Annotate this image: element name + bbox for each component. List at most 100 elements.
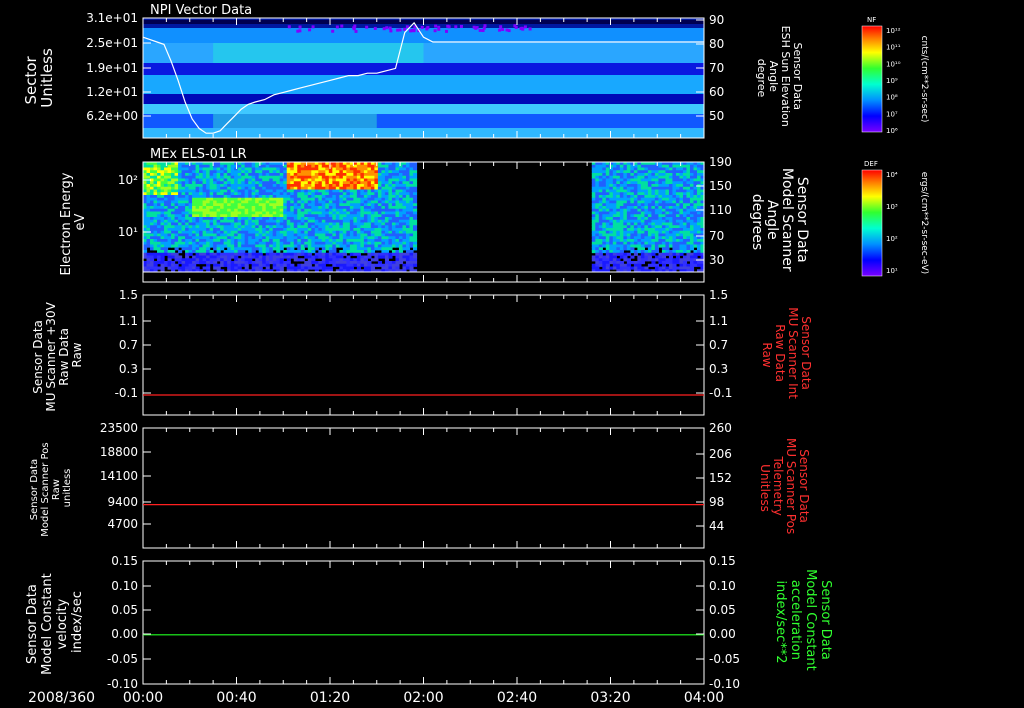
spectrogram-cell [595, 168, 599, 171]
spectrogram-cell [409, 187, 413, 190]
spectrogram-cell [592, 223, 596, 226]
spectrogram-cell [210, 256, 214, 259]
spectrogram-cell [203, 179, 207, 182]
spectrogram-cell [217, 234, 221, 237]
spectrogram-cell [592, 217, 596, 220]
spectrogram-cell [301, 225, 305, 228]
spectrogram-cell [322, 261, 326, 264]
spectrogram-cell [686, 170, 690, 173]
spectrogram-cell [224, 264, 228, 267]
panel-3-ylabel-line-4: Raw [70, 342, 84, 367]
spectrogram-cell [367, 206, 371, 209]
y-tick-label: -0.10 [107, 677, 138, 691]
spectrogram-cell [402, 220, 406, 223]
spectrogram-cell [697, 173, 701, 176]
spectrogram-cell [599, 179, 603, 182]
spectrogram-cell [259, 184, 263, 187]
spectrogram-cell [297, 242, 301, 245]
spectrogram-cell [613, 236, 617, 239]
spectrogram-cell [378, 173, 382, 176]
spectrogram-cell [178, 170, 182, 173]
spectrogram-cell [206, 170, 210, 173]
spectrogram-cell [220, 170, 224, 173]
spectrogram-cell [185, 220, 189, 223]
spectrogram-cell [595, 247, 599, 250]
spectrogram-cell [339, 223, 343, 226]
spectrogram-cell [311, 179, 315, 182]
spectrogram-cell [311, 214, 315, 217]
spectrogram-cell [329, 176, 333, 179]
spectrogram-cell [315, 220, 319, 223]
spectrogram-cell [164, 168, 168, 171]
spectrogram-cell [350, 242, 354, 245]
spectrogram-cell [252, 192, 256, 195]
spectrogram-cell [241, 214, 245, 217]
spectrogram-cell [648, 247, 652, 250]
spectrogram-cell [350, 181, 354, 184]
spectrogram-cell [655, 179, 659, 182]
spectrogram-cell [287, 179, 291, 182]
spectrogram-cell [672, 209, 676, 212]
spectrogram-cell [164, 225, 168, 228]
spectrogram-cell [325, 247, 329, 250]
spectrogram-cell [224, 170, 228, 173]
spectrogram-cell [686, 239, 690, 242]
spectrogram-cell [227, 201, 231, 204]
spectrogram-cell [413, 234, 417, 237]
spectrogram-cell [210, 220, 214, 223]
spectrogram-cell [599, 173, 603, 176]
spectrogram-cell [683, 206, 687, 209]
spectrogram-cell [178, 179, 182, 182]
spectrogram-cell [147, 267, 151, 270]
spectrogram-cell [343, 190, 347, 193]
spectrogram-cell [224, 258, 228, 261]
spectrogram-cell [294, 212, 298, 215]
spectrogram-cell [231, 217, 235, 220]
spectrogram-cell [634, 190, 638, 193]
spectrogram-cell [154, 264, 158, 267]
spectrogram-cell [665, 228, 669, 231]
spectrogram-cell [662, 201, 666, 204]
spectrogram-cell [168, 179, 172, 182]
spectrogram-cell [693, 176, 697, 179]
spectrogram-cell [287, 220, 291, 223]
colorbar-tick-label: 10¹² [886, 27, 901, 35]
spectrogram-cell [609, 184, 613, 187]
spectrogram-cell [371, 253, 375, 256]
spectrogram-cell [245, 231, 249, 234]
spectrogram-cell [192, 192, 196, 195]
spectrogram-cell [206, 245, 210, 248]
spectrogram-cell [217, 231, 221, 234]
spectrogram-cell [367, 168, 371, 171]
spectrogram-cell [599, 201, 603, 204]
spectrogram-cell [147, 236, 151, 239]
spectrogram-cell [220, 201, 224, 204]
spectrogram-cell [413, 242, 417, 245]
spectrogram-cell [252, 203, 256, 206]
heatmap-speckle [308, 28, 311, 31]
spectrogram-cell [665, 258, 669, 261]
spectrogram-cell [371, 170, 375, 173]
spectrogram-cell [206, 190, 210, 193]
spectrogram-cell [241, 209, 245, 212]
spectrogram-cell [616, 195, 620, 198]
spectrogram-cell [325, 203, 329, 206]
spectrogram-cell [224, 165, 228, 168]
spectrogram-cell [255, 209, 259, 212]
spectrogram-cell [276, 220, 280, 223]
spectrogram-cell [238, 267, 242, 270]
spectrogram-cell [599, 168, 603, 171]
spectrogram-cell [255, 247, 259, 250]
spectrogram-cell [206, 173, 210, 176]
spectrogram-cell [332, 198, 336, 201]
spectrogram-cell [161, 179, 165, 182]
spectrogram-cell [329, 247, 333, 250]
spectrogram-cell [311, 245, 315, 248]
spectrogram-cell [679, 203, 683, 206]
spectrogram-cell [606, 170, 610, 173]
spectrogram-cell [171, 225, 175, 228]
spectrogram-cell [644, 228, 648, 231]
spectrogram-cell [322, 184, 326, 187]
heatmap-speckle [501, 28, 504, 31]
spectrogram-cell [241, 228, 245, 231]
